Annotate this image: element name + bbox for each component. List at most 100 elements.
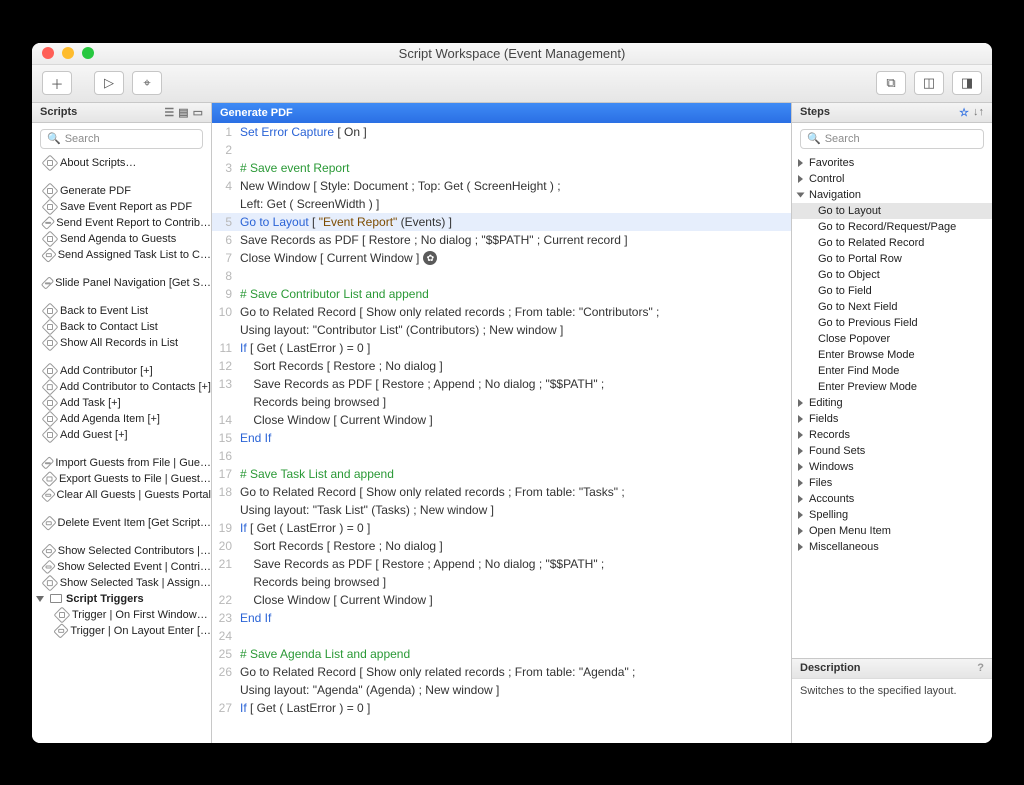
code-line[interactable]: 20 Sort Records [ Restore ; No dialog ] [212, 537, 791, 555]
step-category[interactable]: Found Sets [792, 443, 992, 459]
step-item[interactable]: Go to Next Field [792, 299, 992, 315]
step-item[interactable]: Go to Previous Field [792, 315, 992, 331]
step-item[interactable]: Go to Related Record [792, 235, 992, 251]
step-category[interactable]: Fields [792, 411, 992, 427]
step-item[interactable]: Enter Browse Mode [792, 347, 992, 363]
step-category[interactable]: Favorites [792, 155, 992, 171]
editor-tab[interactable]: Generate PDF [212, 103, 791, 123]
list-view-icon[interactable]: ☰ [164, 106, 174, 119]
step-category[interactable]: Windows [792, 459, 992, 475]
code-line[interactable]: 3# Save event Report [212, 159, 791, 177]
help-icon[interactable]: ? [977, 662, 984, 674]
step-item[interactable]: Go to Portal Row [792, 251, 992, 267]
code-line[interactable]: 2 [212, 141, 791, 159]
steps-list[interactable]: FavoritesControlNavigationGo to LayoutGo… [792, 155, 992, 658]
code-line[interactable]: 11If [ Get ( LastError ) = 0 ] [212, 339, 791, 357]
step-category[interactable]: Spelling [792, 507, 992, 523]
scripts-search[interactable]: 🔍 Search [40, 129, 203, 149]
step-item[interactable]: Go to Layout [792, 203, 992, 219]
script-item[interactable]: Send Event Report to Contrib… [32, 215, 211, 231]
code-line[interactable]: Left: Get ( ScreenWidth ) ] [212, 195, 791, 213]
step-category[interactable]: Miscellaneous [792, 539, 992, 555]
script-item[interactable]: Delete Event Item [Get Script… [32, 515, 211, 531]
script-item[interactable]: Trigger | On First Window… [32, 607, 211, 623]
code-line[interactable]: 22 Close Window [ Current Window ] [212, 591, 791, 609]
code-line[interactable]: 12 Sort Records [ Restore ; No dialog ] [212, 357, 791, 375]
code-line[interactable]: 13 Save Records as PDF [ Restore ; Appen… [212, 375, 791, 393]
step-category[interactable]: Accounts [792, 491, 992, 507]
toggle-left-panel-button[interactable]: ◫ [914, 71, 944, 95]
new-script-button[interactable]: ＋ [42, 71, 72, 95]
code-line[interactable]: 18Go to Related Record [ Show only relat… [212, 483, 791, 501]
script-item[interactable]: Show Selected Event | Contri… [32, 559, 211, 575]
code-line[interactable]: 21 Save Records as PDF [ Restore ; Appen… [212, 555, 791, 573]
script-item[interactable]: Send Assigned Task List to C… [32, 247, 211, 263]
script-item[interactable]: Add Agenda Item [+] [32, 411, 211, 427]
code-line[interactable]: Records being browsed ] [212, 573, 791, 591]
script-item[interactable]: Show All Records in List [32, 335, 211, 351]
step-item[interactable]: Close Popover [792, 331, 992, 347]
code-line[interactable]: 15End If [212, 429, 791, 447]
script-item[interactable]: Clear All Guests | Guests Portal [32, 487, 211, 503]
code-line[interactable]: 23End If [212, 609, 791, 627]
code-line[interactable]: 8 [212, 267, 791, 285]
step-options-icon[interactable]: ✿ [423, 251, 437, 265]
code-line[interactable]: Using layout: "Task List" (Tasks) ; New … [212, 501, 791, 519]
step-category[interactable]: Control [792, 171, 992, 187]
code-line[interactable]: 9# Save Contributor List and append [212, 285, 791, 303]
step-category[interactable]: Files [792, 475, 992, 491]
code-line[interactable]: Using layout: "Agenda" (Agenda) ; New wi… [212, 681, 791, 699]
step-category[interactable]: Editing [792, 395, 992, 411]
script-item[interactable]: Back to Event List [32, 303, 211, 319]
favorite-icon[interactable]: ☆ [959, 106, 969, 119]
script-item[interactable]: Import Guests from File | Gue… [32, 455, 211, 471]
code-line[interactable]: 6Save Records as PDF [ Restore ; No dial… [212, 231, 791, 249]
script-editor[interactable]: 1Set Error Capture [ On ]2 3# Save event… [212, 123, 791, 743]
script-item[interactable]: Show Selected Contributors |… [32, 543, 211, 559]
code-line[interactable]: 5Go to Layout [ "Event Report" (Events) … [212, 213, 791, 231]
code-line[interactable]: 14 Close Window [ Current Window ] [212, 411, 791, 429]
code-line[interactable]: 4New Window [ Style: Document ; Top: Get… [212, 177, 791, 195]
code-line[interactable]: 10Go to Related Record [ Show only relat… [212, 303, 791, 321]
step-item[interactable]: Go to Object [792, 267, 992, 283]
folder-view-icon[interactable]: ▤ [178, 106, 188, 119]
sort-icon[interactable]: ↓↑ [973, 106, 984, 119]
step-item[interactable]: Enter Preview Mode [792, 379, 992, 395]
new-folder-icon[interactable]: ▭ [193, 106, 203, 119]
step-item[interactable]: Go to Record/Request/Page [792, 219, 992, 235]
copy-button[interactable]: ⧉ [876, 71, 906, 95]
code-line[interactable]: 19If [ Get ( LastError ) = 0 ] [212, 519, 791, 537]
script-item[interactable]: Back to Contact List [32, 319, 211, 335]
code-line[interactable]: 24 [212, 627, 791, 645]
run-script-button[interactable]: ▷ [94, 71, 124, 95]
step-item[interactable]: Go to Field [792, 283, 992, 299]
script-item[interactable]: Add Contributor [+] [32, 363, 211, 379]
script-item[interactable]: Add Task [+] [32, 395, 211, 411]
script-item[interactable]: Add Contributor to Contacts [+] [32, 379, 211, 395]
code-line[interactable]: 25# Save Agenda List and append [212, 645, 791, 663]
script-item[interactable]: Slide Panel Navigation [Get S… [32, 275, 211, 291]
debug-button[interactable]: ⌖ [132, 71, 162, 95]
script-item[interactable]: Export Guests to File | Guest… [32, 471, 211, 487]
code-line[interactable]: 7Close Window [ Current Window ]✿ [212, 249, 791, 267]
script-folder[interactable]: Script Triggers [32, 591, 211, 607]
script-item[interactable]: Add Guest [+] [32, 427, 211, 443]
script-item[interactable]: Show Selected Task | Assign… [32, 575, 211, 591]
code-line[interactable]: Records being browsed ] [212, 393, 791, 411]
toggle-right-panel-button[interactable]: ◨ [952, 71, 982, 95]
step-category[interactable]: Navigation [792, 187, 992, 203]
scripts-list[interactable]: About Scripts… Generate PDFSave Event Rep… [32, 155, 211, 743]
step-category[interactable]: Records [792, 427, 992, 443]
script-item[interactable]: Save Event Report as PDF [32, 199, 211, 215]
code-line[interactable]: 1Set Error Capture [ On ] [212, 123, 791, 141]
script-item[interactable]: Send Agenda to Guests [32, 231, 211, 247]
script-item[interactable]: Trigger | On Layout Enter [… [32, 623, 211, 639]
script-item[interactable]: Generate PDF [32, 183, 211, 199]
code-line[interactable]: 17# Save Task List and append [212, 465, 791, 483]
code-line[interactable]: 16 [212, 447, 791, 465]
script-item[interactable]: About Scripts… [32, 155, 211, 171]
code-line[interactable]: 26Go to Related Record [ Show only relat… [212, 663, 791, 681]
steps-search[interactable]: 🔍 Search [800, 129, 984, 149]
step-category[interactable]: Open Menu Item [792, 523, 992, 539]
step-item[interactable]: Enter Find Mode [792, 363, 992, 379]
